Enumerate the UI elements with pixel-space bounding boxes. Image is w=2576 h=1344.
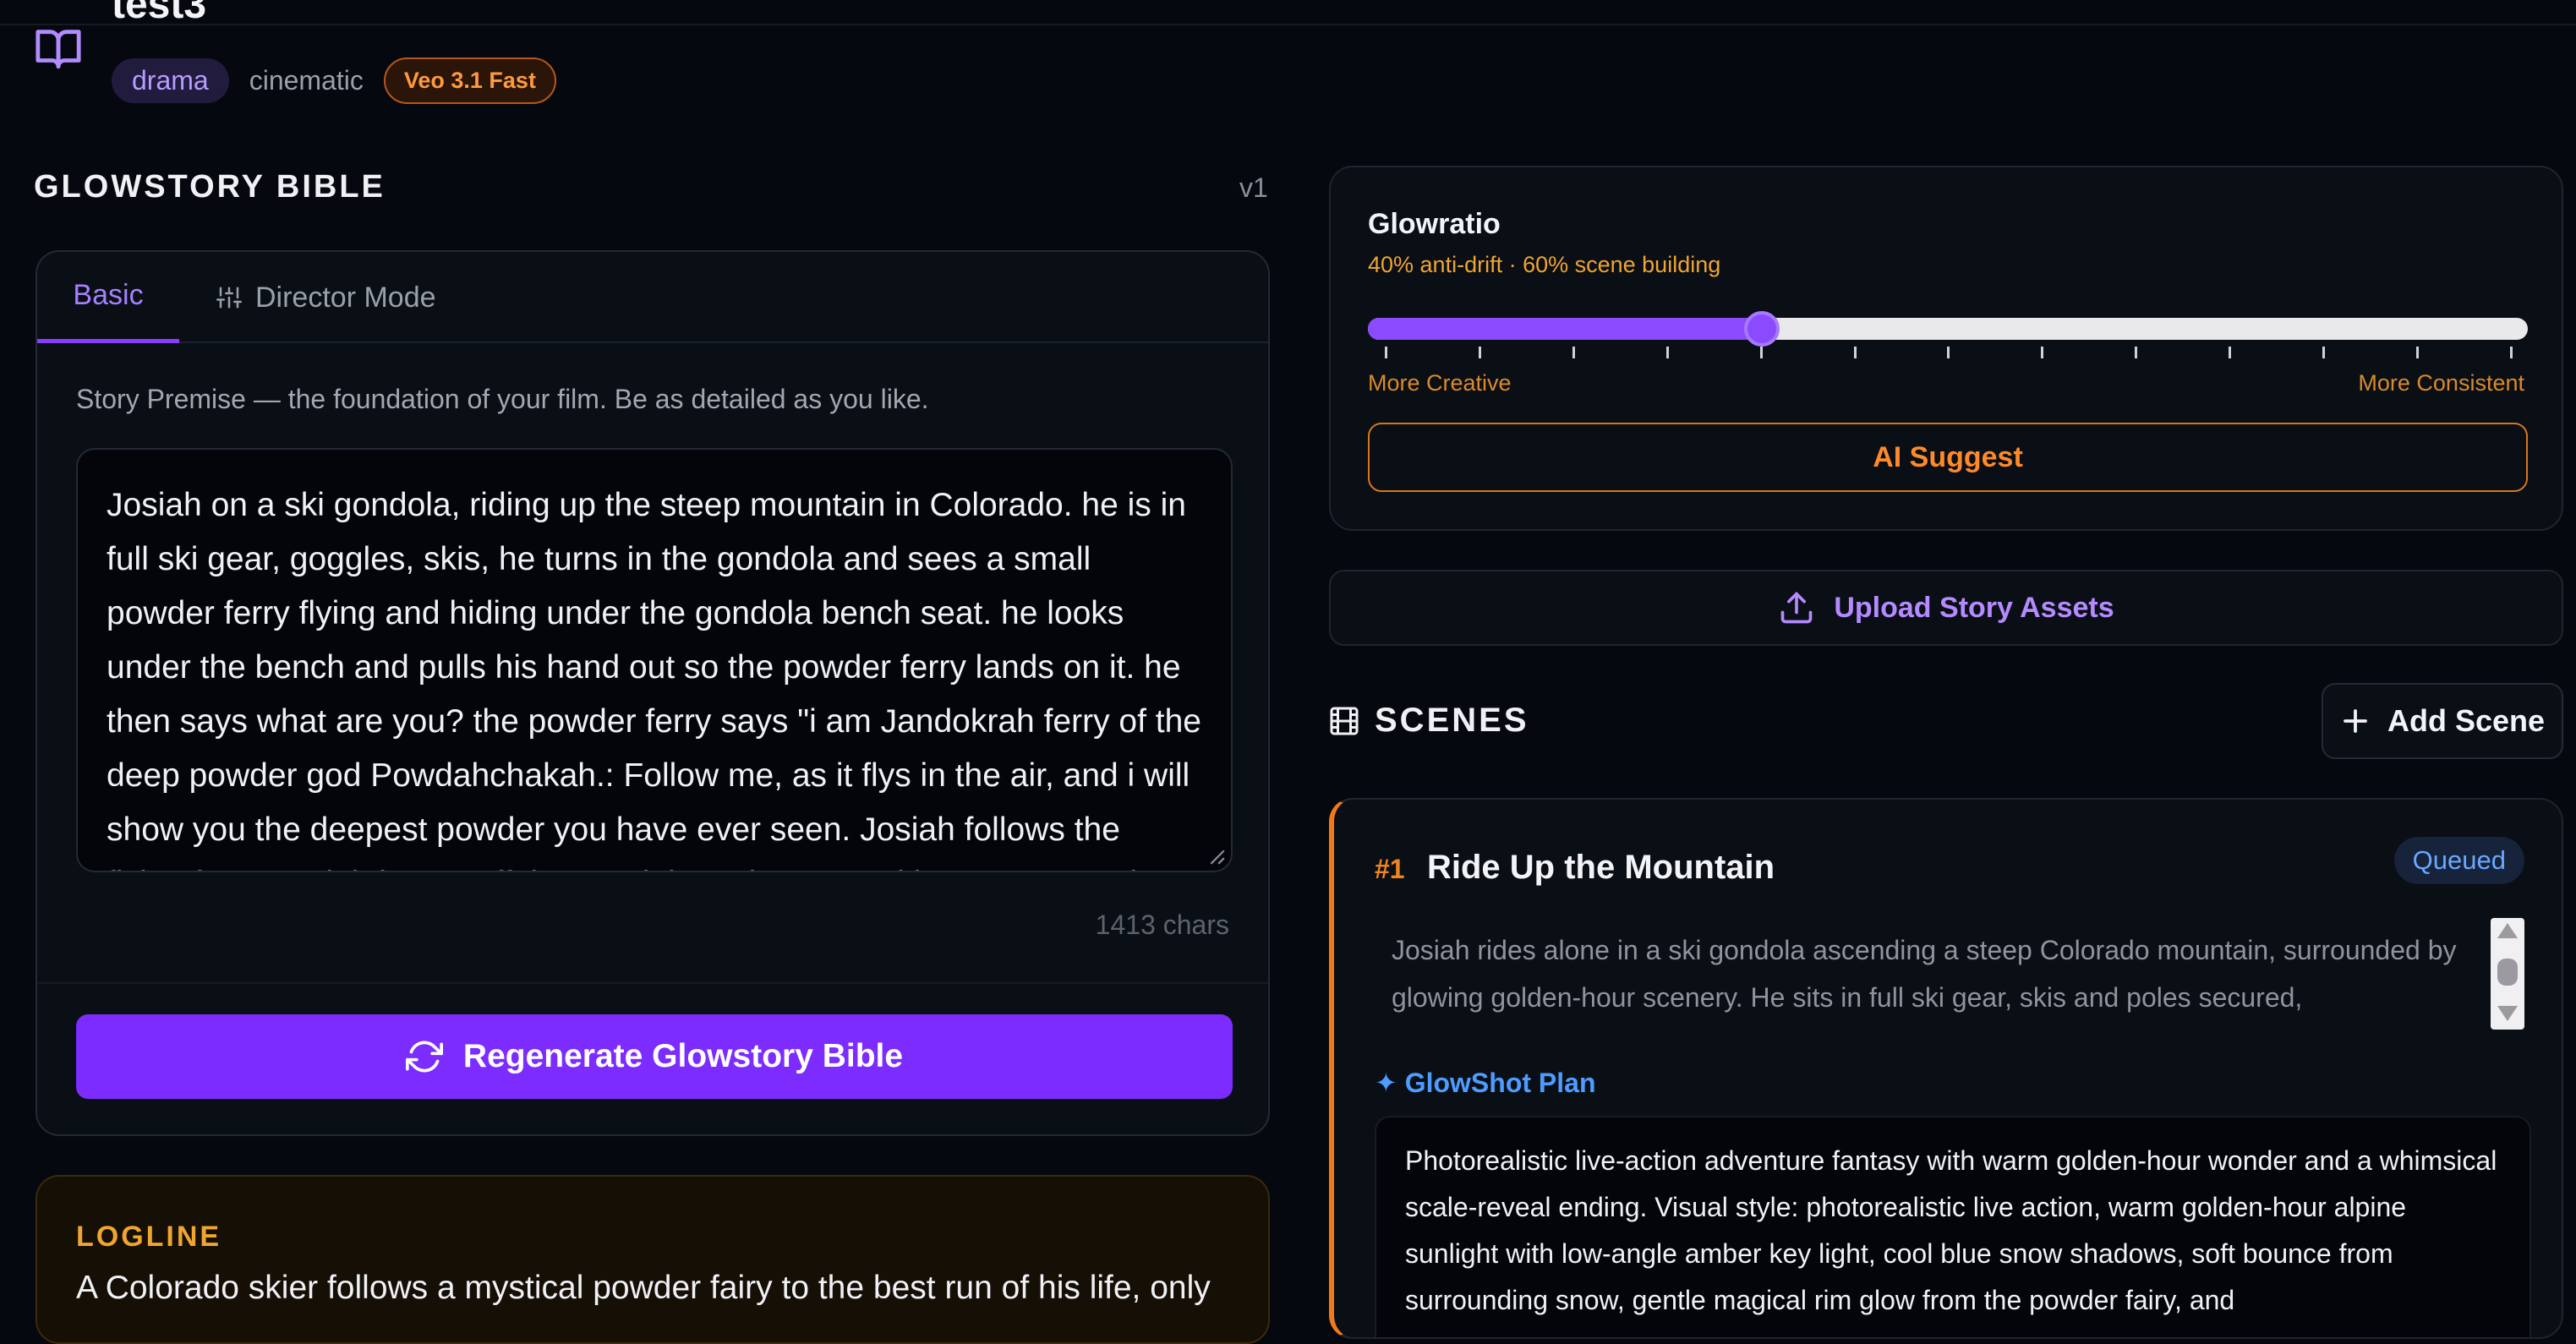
upload-assets-button[interactable]: Upload Story Assets [1329,570,2563,646]
glowshot-plan-label[interactable]: ✦ GlowShot Plan [1375,1067,1595,1099]
scene-title: Ride Up the Mountain [1427,849,1775,886]
glowratio-subtitle: 40% anti-drift · 60% scene building [1368,252,1721,277]
regenerate-bible-button[interactable]: Regenerate Glowstory Bible [76,1014,1233,1099]
resize-grip-icon[interactable] [1207,847,1226,866]
slider-tick [1385,347,1387,358]
tab-director-label: Director Mode [255,281,436,314]
slider-tick [1572,347,1575,358]
scenes-heading-label: SCENES [1375,702,1529,739]
slider-tick [2041,347,2044,358]
upload-icon [1781,592,1813,624]
premise-textarea[interactable]: Josiah on a ski gondola, riding up the s… [76,448,1233,872]
slider-ticks [1385,347,2513,358]
genre-tag[interactable]: drama [112,58,229,103]
glowshot-plan-box: Photorealistic live-action adventure fan… [1375,1116,2531,1337]
scroll-up-arrow-icon[interactable] [2497,923,2518,938]
add-scene-label: Add Scene [2387,703,2546,738]
logline-label: LOGLINE [76,1221,222,1253]
premise-label: Story Premise — the foundation of your f… [76,384,929,414]
slider-left-label: More Creative [1368,370,1512,396]
description-scrollbar[interactable] [2491,918,2524,1030]
slider-tick [1665,347,1669,358]
plus-icon [2344,709,2367,733]
slider-tick [1853,347,1857,358]
slider-tick [2415,347,2419,358]
slider-tick [2229,347,2232,358]
book-icon [36,30,81,69]
tab-director-mode[interactable]: Director Mode [216,252,436,343]
glowratio-slider[interactable] [1368,311,2528,347]
slider-tick [1759,347,1763,358]
slider-fill [1368,318,1763,340]
glowshot-plan-text: Photorealistic live-action adventure fan… [1405,1145,2497,1315]
slider-thumb[interactable] [1744,311,1780,347]
glowratio-title: Glowratio [1368,208,1501,240]
project-tags: drama cinematic Veo 3.1 Fast [112,57,556,104]
slider-tick [2509,347,2513,358]
slider-tick [2322,347,2326,358]
ai-suggest-button[interactable]: AI Suggest [1368,423,2528,492]
bible-heading: GLOWSTORY BIBLE [34,169,386,205]
film-icon [1330,707,1359,735]
header-divider [0,24,2576,25]
scene-description: Josiah rides alone in a ski gondola asce… [1392,935,2457,1013]
bible-card: Basic Director Mode Story Premise — the … [36,250,1270,1136]
card-divider [37,982,1268,984]
model-badge[interactable]: Veo 3.1 Fast [383,57,556,104]
slider-right-label: More Consistent [2358,370,2524,396]
logline-card: LOGLINE A Colorado skier follows a mysti… [36,1175,1270,1344]
bible-tabs: Basic Director Mode [37,252,1268,343]
sliders-icon [216,287,242,309]
style-tag[interactable]: cinematic [249,65,364,96]
scenes-heading: SCENES [1329,702,1529,740]
premise-text: Josiah on a ski gondola, riding up the s… [107,487,1201,871]
char-count: 1413 chars [1095,910,1229,940]
logline-text: A Colorado skier follows a mystical powd… [76,1270,1211,1306]
add-scene-button[interactable]: Add Scene [2322,683,2563,759]
project-title: test3 [112,0,207,27]
slider-tick [1478,347,1481,358]
scroll-down-arrow-icon[interactable] [2497,1006,2518,1021]
scroll-thumb[interactable] [2497,959,2518,986]
upload-label: Upload Story Assets [1834,591,2114,624]
tab-basic[interactable]: Basic [37,252,179,343]
regenerate-label: Regenerate Glowstory Bible [462,1038,904,1074]
refresh-icon [405,1041,443,1073]
slider-tick [1947,347,1950,358]
bible-version: v1 [1239,172,1268,203]
scene-card[interactable]: #1 Ride Up the Mountain Queued Josiah ri… [1329,798,2563,1339]
glowratio-card: Glowratio 40% anti-drift · 60% scene bui… [1329,166,2563,531]
scene-status-badge: Queued [2393,837,2524,884]
slider-tick [2135,347,2138,358]
scene-number: #1 [1375,854,1405,884]
